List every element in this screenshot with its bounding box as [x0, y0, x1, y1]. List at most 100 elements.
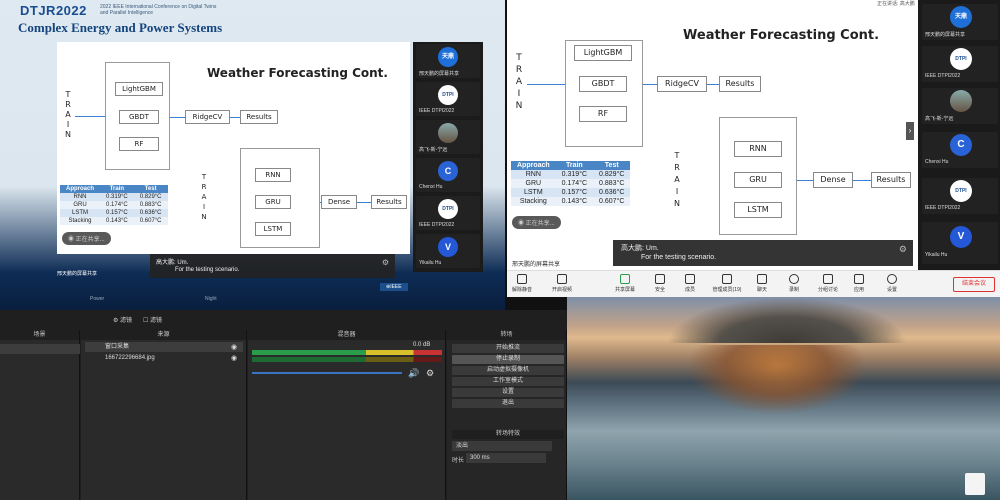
- conference-logo: DTJR2022: [20, 3, 87, 18]
- results-box-bottom: Results: [871, 172, 911, 188]
- manage-members-button[interactable]: 管理成员(19): [707, 274, 747, 293]
- video-tile[interactable]: 高飞-新-宁远: [922, 88, 998, 124]
- virtual-camera-button[interactable]: 启动虚拟摄像机: [452, 366, 564, 375]
- tech-label: Power: [90, 296, 105, 302]
- share-screen-button[interactable]: 共享屏幕: [610, 274, 640, 293]
- results-box-bottom: Results: [371, 195, 407, 209]
- avatar: DTPI: [438, 85, 458, 105]
- visibility-eye-icon[interactable]: ◉: [231, 343, 237, 351]
- caption-settings-icon[interactable]: ⚙: [382, 258, 389, 267]
- share-screen-icon: [620, 274, 630, 284]
- avatar: C: [950, 134, 972, 156]
- train-label: TRAIN: [515, 53, 523, 111]
- model-box-rf: RF: [579, 106, 627, 122]
- gear-icon[interactable]: ⚙: [426, 368, 434, 379]
- start-video-button[interactable]: 开启视频: [547, 274, 577, 293]
- chat-icon: [757, 274, 767, 284]
- caption-text: For the testing scenario.: [175, 267, 240, 273]
- share-status-pill[interactable]: ◉ 正在共享...: [512, 216, 561, 229]
- video-tile[interactable]: DTPI IEEE DTPI2022: [922, 178, 998, 214]
- left-conference-window: DTJR2022 2022 IEEE International Confere…: [0, 0, 505, 310]
- record-button[interactable]: 录制: [779, 274, 809, 293]
- security-button[interactable]: 安全: [645, 274, 675, 293]
- start-streaming-button[interactable]: 开始推流: [452, 344, 564, 353]
- ridgecv-box: RidgeCV: [657, 76, 707, 92]
- share-label: 邢天鹏的屏幕共享: [512, 262, 561, 268]
- sources-panel: 来源 窗口采集 166722296684.jpg ◉ ◉: [81, 330, 247, 500]
- dense-box: Dense: [813, 172, 853, 188]
- avatar: [438, 123, 458, 143]
- camera-icon: [557, 274, 567, 284]
- obs-filter-control[interactable]: ☐ 滤镜: [143, 315, 162, 324]
- panel-collapse-button[interactable]: ›: [906, 122, 914, 140]
- breakout-icon: [823, 274, 833, 284]
- avatar: [950, 90, 972, 112]
- settings-button[interactable]: 设置: [452, 388, 564, 397]
- source-item[interactable]: 166722296684.jpg: [85, 353, 243, 363]
- record-icon: [789, 274, 799, 284]
- obs-window: ⚙ 滤镜 ☐ 滤镜 场景 来源 窗口采集 166722296684.jpg ◉ …: [0, 310, 567, 500]
- conference-logo-subtitle: 2022 IEEE International Conference on Di…: [100, 4, 217, 16]
- slide-title: Weather Forecasting Cont.: [683, 28, 880, 43]
- avatar: DTPI: [438, 199, 458, 219]
- avatar: DTPI: [950, 48, 972, 70]
- breakout-rooms-button[interactable]: 分组讨论: [813, 274, 843, 293]
- chat-button[interactable]: 聊天: [747, 274, 777, 293]
- mixer-panel: 混音器 0.0 dB 🔊 ⚙: [248, 330, 446, 500]
- model-box-rnn: RNN: [255, 168, 291, 182]
- video-tile[interactable]: 天鼎 邢天鹏的屏幕共享: [922, 4, 998, 40]
- end-meeting-button[interactable]: 结束会议: [953, 277, 995, 292]
- avatar: V: [950, 226, 972, 248]
- apps-button[interactable]: 应用: [844, 274, 874, 293]
- exit-button[interactable]: 退出: [452, 399, 564, 408]
- video-panel: 天鼎 邢天鹏的屏幕共享 DTPI IEEE DTPI2022 高飞-新-宁远 C…: [413, 42, 483, 272]
- duration-label: 时长: [452, 458, 465, 464]
- share-status-pill[interactable]: ◉ 正在共享...: [62, 232, 111, 245]
- model-box-lstm: LSTM: [734, 202, 782, 218]
- video-tile[interactable]: C Chenxi Hu: [922, 132, 998, 168]
- model-box-gru: GRU: [255, 195, 291, 209]
- obs-filter-control[interactable]: ⚙ 滤镜: [113, 315, 132, 324]
- manage-members-icon: [722, 274, 732, 284]
- meeting-toolbar: 解除静音 开启视频 共享屏幕 安全 成员 管理成员(19) 聊天 录制 分组讨论…: [507, 270, 1000, 297]
- train-label-2: TRAIN: [674, 151, 680, 208]
- video-tile[interactable]: DTPI IEEE DTPI2022: [922, 46, 998, 82]
- transition-select[interactable]: 淡出: [452, 441, 552, 451]
- model-box-lstm: LSTM: [255, 222, 291, 236]
- transition-header: 转场特效: [452, 430, 564, 439]
- model-box-rnn: RNN: [734, 141, 782, 157]
- volume-slider[interactable]: [252, 372, 402, 374]
- members-button[interactable]: 成员: [675, 274, 705, 293]
- shield-icon: [655, 274, 665, 284]
- tech-label: Night: [205, 296, 217, 302]
- audio-meter: [252, 350, 442, 355]
- unmute-button[interactable]: 解除静音: [507, 274, 537, 293]
- results-box-top: Results: [240, 110, 278, 124]
- video-tile[interactable]: DTPI IEEE DTPI2022: [416, 82, 480, 116]
- stop-recording-button[interactable]: 停止录制: [452, 355, 564, 364]
- visibility-eye-icon[interactable]: ◉: [231, 354, 237, 362]
- video-tile[interactable]: C Chenxi Hu: [416, 158, 480, 192]
- document-icon[interactable]: [965, 473, 985, 495]
- ridgecv-box: RidgeCV: [185, 110, 230, 124]
- settings-button[interactable]: 设置: [877, 274, 907, 293]
- scene-item[interactable]: [0, 344, 80, 354]
- train-label: TRAIN: [65, 90, 71, 139]
- mixer-level: 0.0 dB: [413, 342, 431, 348]
- studio-mode-button[interactable]: 工作室模式: [452, 377, 564, 386]
- video-tile[interactable]: V Yikailu Hu: [922, 222, 998, 264]
- caption-bar: 高大鹏: Um. For the testing scenario. ⚙: [150, 254, 395, 278]
- model-box-gbdt: GBDT: [579, 76, 627, 92]
- video-tile[interactable]: V Yikailu Hu: [416, 234, 480, 268]
- avatar: 天鼎: [950, 6, 972, 28]
- source-item[interactable]: 窗口采集: [85, 342, 243, 352]
- speaker-icon[interactable]: 🔊: [408, 368, 419, 379]
- caption-speaker: 高大鹏: Um.: [621, 245, 659, 252]
- model-box-gru: GRU: [734, 172, 782, 188]
- video-tile[interactable]: DTPI IEEE DTPI2022: [416, 196, 480, 230]
- video-tile[interactable]: 高飞-新-宁远: [416, 120, 480, 154]
- scenes-panel: 场景: [0, 330, 80, 500]
- caption-settings-icon[interactable]: ⚙: [899, 244, 907, 255]
- video-tile[interactable]: 天鼎 邢天鹏的屏幕共享: [416, 44, 480, 78]
- duration-input[interactable]: 300 ms: [466, 453, 546, 463]
